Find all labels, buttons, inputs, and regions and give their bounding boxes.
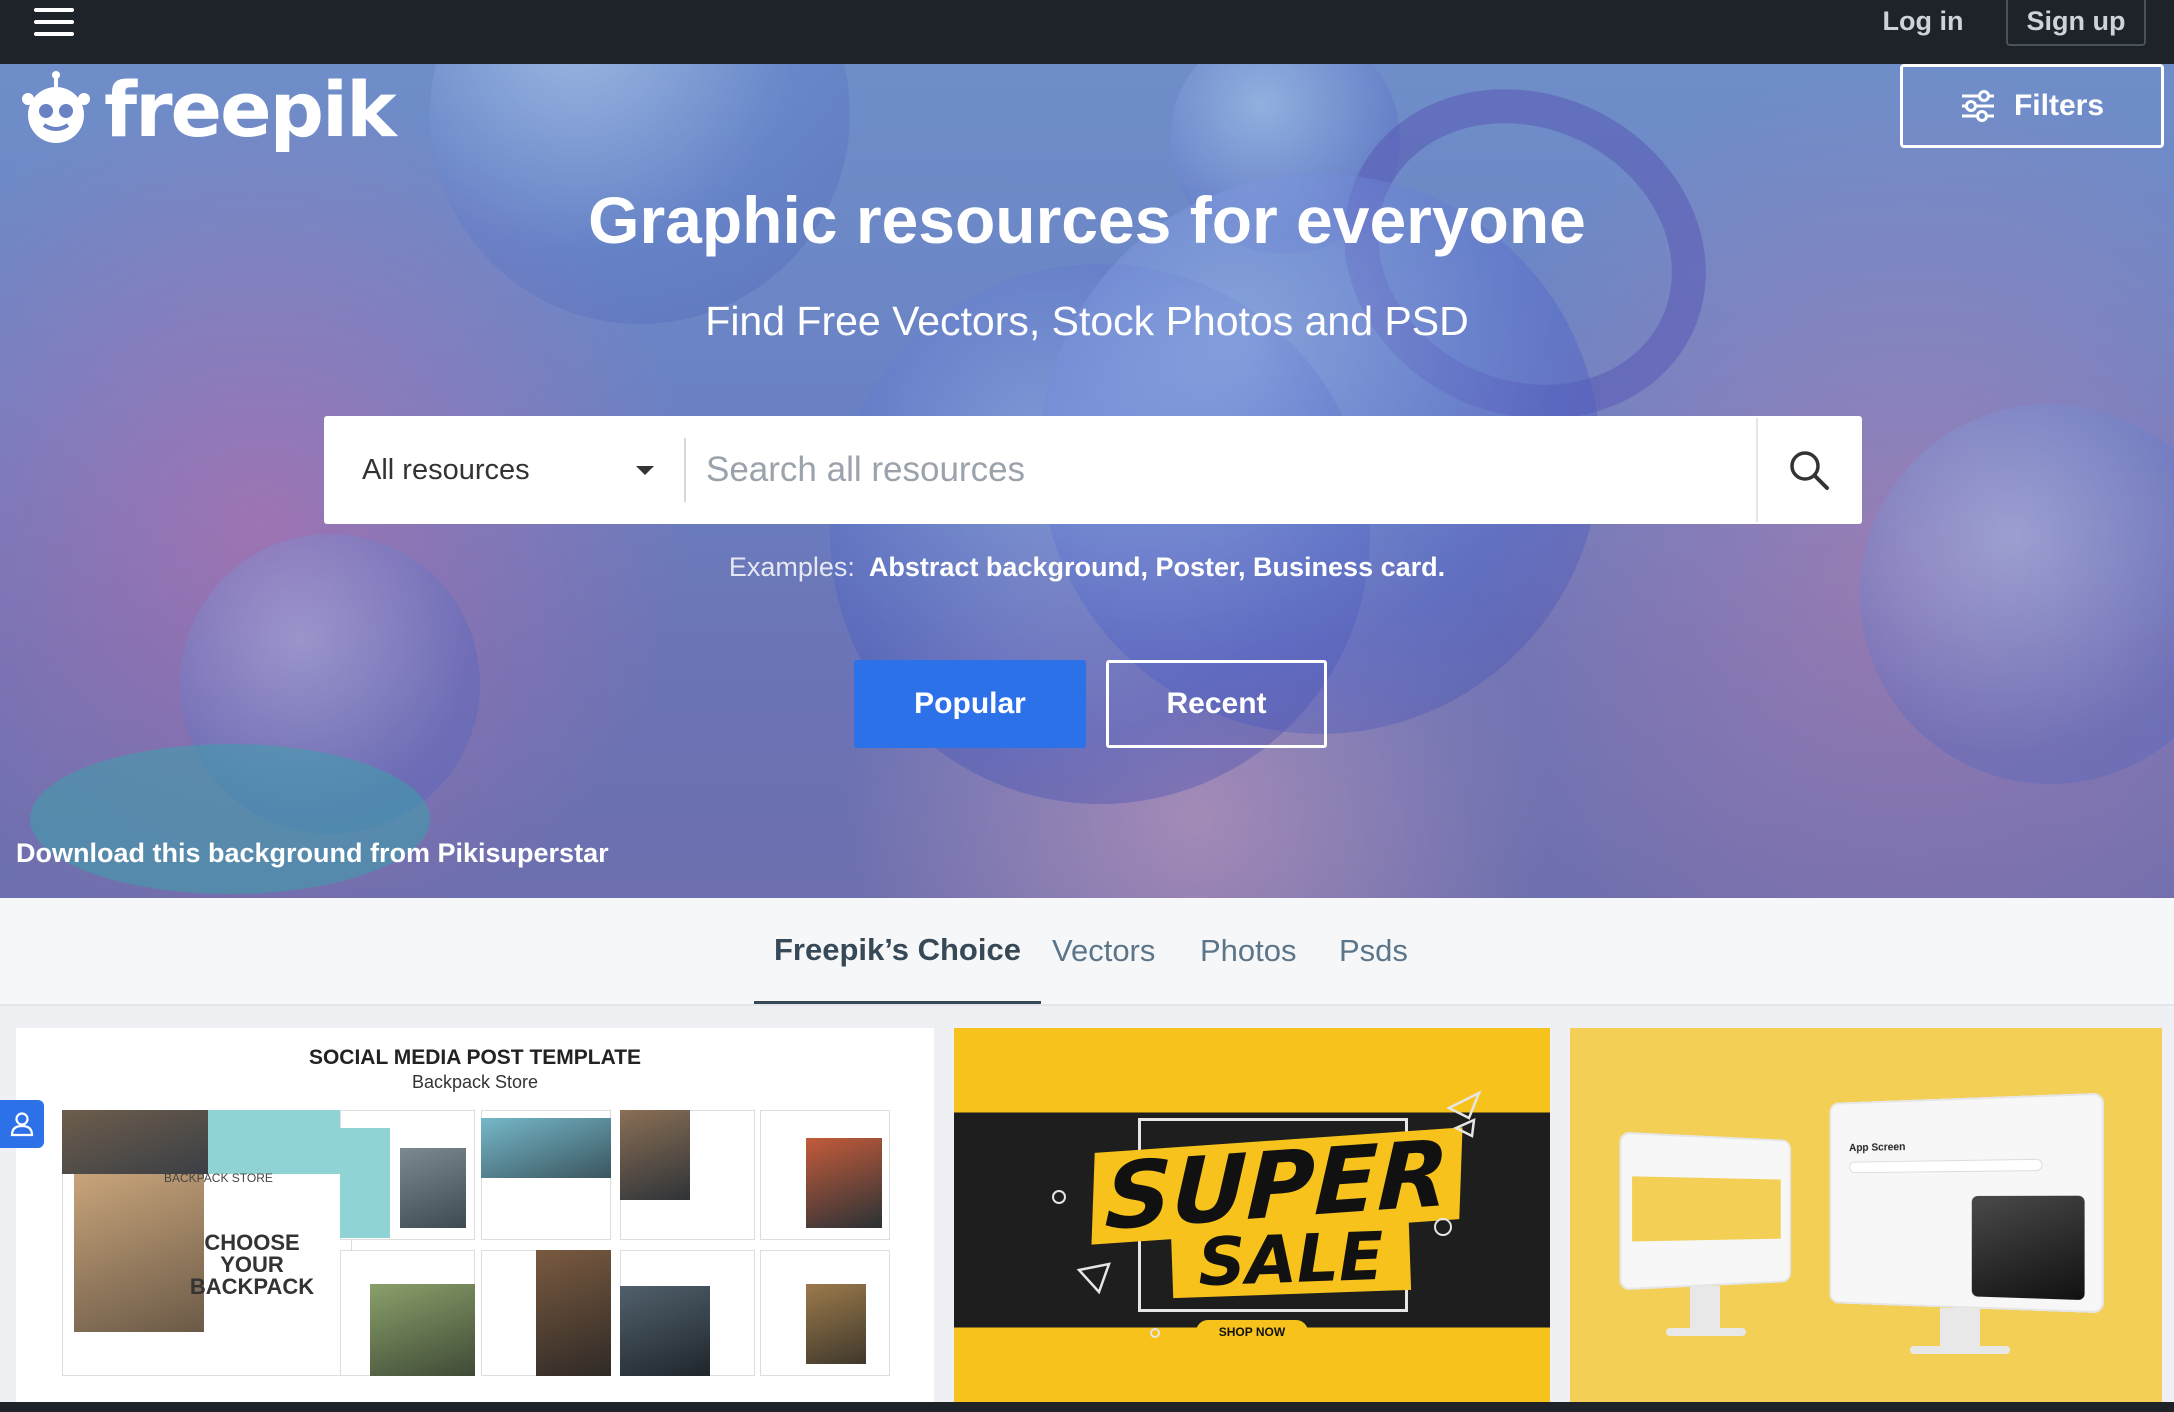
bottom-bar — [0, 1402, 2174, 1412]
circle-decoration — [1052, 1190, 1066, 1204]
app-image — [1971, 1195, 2085, 1301]
screen-banner — [1632, 1176, 1781, 1242]
tab-psds[interactable]: Psds — [1339, 898, 1408, 1004]
freepik-logo[interactable]: freepik — [16, 64, 397, 154]
template-photo — [536, 1250, 611, 1376]
background-credit-link[interactable]: Download this background from Pikisupers… — [16, 838, 609, 869]
template-photo — [620, 1286, 710, 1376]
tab-vectors[interactable]: Vectors — [1052, 898, 1155, 1004]
resource-grid: SOCIAL MEDIA POST TEMPLATE Backpack Stor… — [0, 1006, 2174, 1412]
card-subtitle: Backpack Store — [411, 1072, 539, 1092]
logo-text: freepik — [104, 64, 397, 154]
resource-select-value: All resources — [362, 453, 530, 486]
hero-title: Graphic resources for everyone — [588, 183, 1586, 257]
content-tabs: Freepik’s Choice Vectors Photos Psds — [0, 898, 2174, 1006]
search-bar: All resources — [324, 416, 1862, 524]
monitor-base — [1910, 1346, 2010, 1354]
tab-photos[interactable]: Photos — [1200, 898, 1297, 1004]
example-link[interactable]: Abstract background — [869, 552, 1141, 582]
sliders-icon — [1961, 90, 1994, 122]
monitor-stand — [1690, 1286, 1720, 1332]
top-navbar: Log in Sign up — [0, 0, 2174, 64]
card-store-name: BACKPACK STORE — [164, 1171, 273, 1185]
template-photo — [400, 1148, 466, 1228]
search-examples: Examples: Abstract background, Poster, Bu… — [728, 552, 1446, 582]
filters-button[interactable]: Filters — [1900, 64, 2164, 148]
monitor-stand — [1940, 1308, 1980, 1348]
user-support-button[interactable] — [0, 1100, 44, 1148]
app-search-field — [1849, 1158, 2043, 1174]
example-link[interactable]: Poster — [1155, 552, 1238, 582]
card-headline: CHOOSE YOUR BACKPACK — [189, 1230, 315, 1299]
circle-decoration — [1434, 1218, 1452, 1236]
tab-freepiks-choice[interactable]: Freepik’s Choice — [754, 898, 1041, 1004]
template-photo — [620, 1110, 690, 1200]
sale-line2: SALE — [1170, 1218, 1411, 1301]
template-photo — [62, 1110, 208, 1174]
hero-banner: freepik Filters Graphic resources for ev… — [0, 64, 2174, 898]
triangle-icon — [1446, 1090, 1482, 1138]
app-screen-label: App Screen — [1849, 1141, 1906, 1155]
signup-button[interactable]: Sign up — [2006, 0, 2146, 46]
login-button[interactable]: Log in — [1868, 0, 1978, 42]
search-input[interactable] — [686, 416, 1756, 524]
shop-now-badge: SHOP NOW — [1196, 1320, 1308, 1344]
popular-button[interactable]: Popular — [854, 660, 1086, 748]
recent-button[interactable]: Recent — [1106, 660, 1327, 748]
template-photo — [481, 1118, 611, 1178]
filters-label: Filters — [2013, 89, 2105, 122]
examples-label: Examples: — [728, 552, 855, 582]
template-accent — [208, 1110, 352, 1174]
search-button[interactable] — [1756, 418, 1860, 522]
monitor-small — [1619, 1131, 1792, 1291]
template-photo — [806, 1284, 866, 1364]
user-icon — [10, 1112, 34, 1137]
template-photo — [370, 1284, 475, 1376]
monitor-base — [1666, 1328, 1746, 1336]
resource-card-super-sale[interactable]: SUPER SALE SHOP NOW — [954, 1028, 1550, 1412]
monitor-large: App Screen — [1829, 1092, 2104, 1314]
template-photo — [806, 1138, 882, 1228]
search-icon — [1790, 451, 1829, 490]
resource-type-select[interactable]: All resources — [324, 416, 684, 524]
triangle-icon — [1076, 1262, 1111, 1295]
example-link[interactable]: Business card — [1253, 552, 1438, 582]
resource-card-social-template[interactable]: SOCIAL MEDIA POST TEMPLATE Backpack Stor… — [16, 1028, 934, 1412]
hamburger-menu-icon[interactable] — [34, 2, 74, 42]
card-title: SOCIAL MEDIA POST TEMPLATE — [308, 1046, 642, 1069]
decorative-blob — [30, 744, 430, 894]
template-accent — [340, 1128, 390, 1238]
circle-decoration — [1150, 1328, 1160, 1338]
decorative-bubble — [1860, 404, 2174, 784]
resource-card-app-mockup[interactable]: App Screen — [1570, 1028, 2162, 1412]
freepik-logo-icon — [22, 71, 90, 143]
hero-subtitle: Find Free Vectors, Stock Photos and PSD — [705, 298, 1469, 344]
chevron-down-icon — [636, 465, 654, 475]
